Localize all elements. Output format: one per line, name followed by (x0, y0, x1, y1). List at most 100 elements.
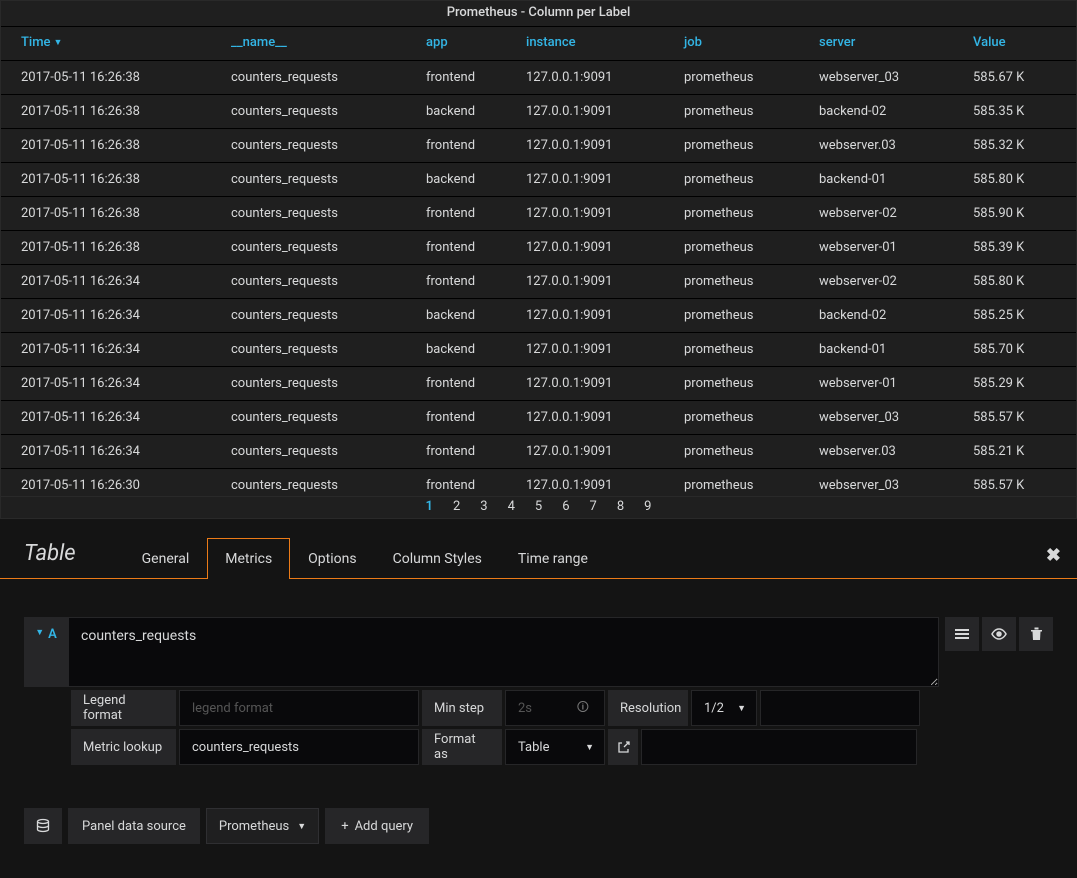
page-link[interactable]: 9 (634, 499, 661, 514)
sort-desc-icon: ▼ (54, 38, 63, 48)
page-link[interactable]: 2 (443, 499, 470, 514)
column-header[interactable]: app (406, 27, 506, 61)
table-cell: 127.0.0.1:9091 (506, 469, 664, 497)
table-row: 2017-05-11 16:26:34counters_requestsback… (1, 333, 1076, 367)
table-cell: 585.67 K (953, 61, 1076, 95)
table-cell: prometheus (664, 435, 799, 469)
table-cell: counters_requests (211, 265, 406, 299)
table-cell: prometheus (664, 61, 799, 95)
table-cell: frontend (406, 401, 506, 435)
spacer (641, 729, 917, 765)
table-cell: 2017-05-11 16:26:38 (1, 129, 211, 163)
min-step-label: Min step (422, 690, 502, 726)
trash-icon[interactable] (1019, 617, 1053, 651)
table-cell: frontend (406, 231, 506, 265)
table-row: 2017-05-11 16:26:34counters_requestsback… (1, 299, 1076, 333)
table-cell: webserver-02 (799, 265, 953, 299)
page-link[interactable]: 5 (525, 499, 552, 514)
link-icon[interactable] (608, 729, 638, 765)
table-cell: backend (406, 299, 506, 333)
editor-header: Table GeneralMetricsOptionsColumn Styles… (0, 537, 1077, 579)
table-cell: 2017-05-11 16:26:34 (1, 367, 211, 401)
table-cell: 585.25 K (953, 299, 1076, 333)
table-cell: counters_requests (211, 95, 406, 129)
editor-tabs: GeneralMetricsOptionsColumn StylesTime r… (124, 537, 606, 578)
table-cell: 127.0.0.1:9091 (506, 197, 664, 231)
menu-icon[interactable] (945, 617, 979, 651)
table-cell: backend (406, 163, 506, 197)
tab-time-range[interactable]: Time range (500, 538, 606, 579)
table-cell: 2017-05-11 16:26:34 (1, 265, 211, 299)
table-cell: 585.32 K (953, 129, 1076, 163)
table-cell: counters_requests (211, 401, 406, 435)
table-cell: 127.0.0.1:9091 (506, 401, 664, 435)
close-icon[interactable]: ✖ (1046, 545, 1061, 578)
column-header[interactable]: Value (953, 27, 1076, 61)
page-link[interactable]: 7 (580, 499, 607, 514)
table-cell: prometheus (664, 299, 799, 333)
plus-icon: + (341, 819, 348, 834)
panel-title: Prometheus - Column per Label (1, 1, 1076, 26)
legend-format-input[interactable] (179, 690, 419, 726)
table-cell: prometheus (664, 231, 799, 265)
spacer (760, 690, 920, 726)
table-cell: webserver.03 (799, 129, 953, 163)
table-row: 2017-05-11 16:26:38counters_requestsfron… (1, 61, 1076, 95)
table-row: 2017-05-11 16:26:34counters_requestsfron… (1, 401, 1076, 435)
column-header[interactable]: instance (506, 27, 664, 61)
page-link[interactable]: 4 (498, 499, 525, 514)
resolution-label: Resolution (608, 690, 688, 726)
datasource-select[interactable]: Prometheus ▼ (206, 808, 319, 844)
table-cell: frontend (406, 469, 506, 497)
table-cell: 2017-05-11 16:26:38 (1, 197, 211, 231)
table-scroll[interactable]: Time▼__name__appinstancejobserverValue 2… (1, 26, 1076, 496)
table-cell: counters_requests (211, 61, 406, 95)
table-cell: prometheus (664, 197, 799, 231)
page-link[interactable]: 3 (470, 499, 497, 514)
column-header[interactable]: job (664, 27, 799, 61)
table-cell: prometheus (664, 367, 799, 401)
table-panel: Prometheus - Column per Label Time▼__nam… (0, 0, 1077, 519)
caret-down-icon: ▼ (35, 627, 44, 638)
table-cell: backend-02 (799, 95, 953, 129)
table-cell: counters_requests (211, 367, 406, 401)
table-cell: frontend (406, 367, 506, 401)
table-cell: webserver_03 (799, 61, 953, 95)
metric-lookup-input[interactable] (179, 729, 419, 765)
table-cell: counters_requests (211, 333, 406, 367)
tab-column-styles[interactable]: Column Styles (375, 538, 500, 579)
column-header[interactable]: Time▼ (1, 27, 211, 61)
table-cell: 585.35 K (953, 95, 1076, 129)
table-row: 2017-05-11 16:26:34counters_requestsfron… (1, 367, 1076, 401)
table-cell: counters_requests (211, 197, 406, 231)
legend-format-label: Legend format (71, 690, 176, 726)
page-link[interactable]: 1 (416, 499, 443, 514)
page-link[interactable]: 6 (552, 499, 579, 514)
datasource-label: Panel data source (68, 808, 200, 844)
column-header[interactable]: server (799, 27, 953, 61)
table-cell: backend-01 (799, 333, 953, 367)
table-cell: 2017-05-11 16:26:34 (1, 401, 211, 435)
column-header[interactable]: __name__ (211, 27, 406, 61)
table-cell: 2017-05-11 16:26:38 (1, 61, 211, 95)
query-toggle[interactable]: ▼ A (24, 617, 68, 687)
tab-metrics[interactable]: Metrics (207, 538, 290, 579)
add-query-button[interactable]: + Add query (325, 808, 429, 844)
table-cell: 127.0.0.1:9091 (506, 367, 664, 401)
eye-icon[interactable] (982, 617, 1016, 651)
tab-general[interactable]: General (124, 538, 208, 579)
table-cell: prometheus (664, 265, 799, 299)
table-cell: webserver-02 (799, 197, 953, 231)
format-as-select[interactable]: Table ▼ (505, 729, 605, 765)
pager: 123456789 (1, 496, 1076, 518)
table-row: 2017-05-11 16:26:38counters_requestsfron… (1, 129, 1076, 163)
table-cell: 585.57 K (953, 401, 1076, 435)
table-cell: 2017-05-11 16:26:38 (1, 95, 211, 129)
query-input[interactable] (68, 617, 939, 687)
info-icon[interactable]: 🛈 (577, 698, 597, 719)
resolution-select[interactable]: 1/2 ▼ (691, 690, 757, 726)
table-cell: 127.0.0.1:9091 (506, 61, 664, 95)
page-link[interactable]: 8 (607, 499, 634, 514)
tab-options[interactable]: Options (290, 538, 374, 579)
table-cell: 2017-05-11 16:26:30 (1, 469, 211, 497)
